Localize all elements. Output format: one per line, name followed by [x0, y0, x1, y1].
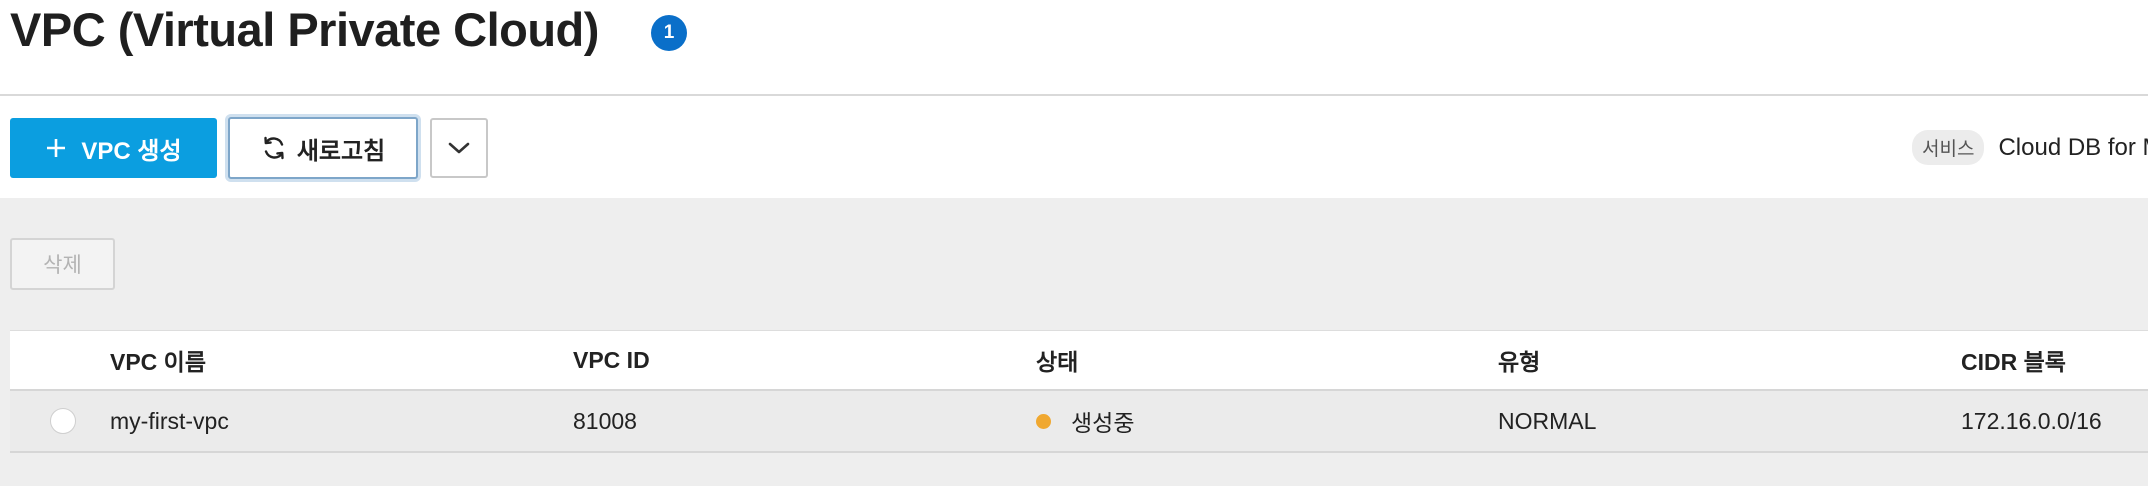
create-vpc-button[interactable]: VPC 생성 — [10, 118, 217, 178]
delete-button[interactable]: 삭제 — [10, 238, 115, 290]
column-header-cidr-block[interactable]: CIDR 블록 — [1961, 331, 2066, 389]
service-info: 서비스 Cloud DB for M — [1912, 130, 2148, 165]
table-row[interactable]: my-first-vpc 81008 생성중 NORMAL 172.16.0.0… — [10, 391, 2148, 453]
content-area: 삭제 VPC 이름 VPC ID 상태 유형 CIDR 블록 my-first-… — [0, 198, 2148, 486]
more-actions-dropdown[interactable] — [430, 118, 488, 178]
refresh-label: 새로고침 — [296, 137, 386, 165]
page-header: VPC (Virtual Private Cloud) 1 — [0, 0, 2148, 96]
create-vpc-label: VPC 생성 — [81, 137, 182, 165]
cidr-cell: 172.16.0.0/16 — [1961, 407, 2102, 434]
column-header-vpc-id[interactable]: VPC ID — [573, 331, 650, 389]
row-select-radio[interactable] — [50, 408, 76, 434]
refresh-icon — [261, 135, 287, 161]
service-name[interactable]: Cloud DB for M — [1998, 134, 2148, 162]
plus-icon — [45, 137, 67, 159]
toolbar: VPC 생성 새로고침 서비스 Cloud DB for M — [0, 98, 2148, 198]
table-header: VPC 이름 VPC ID 상태 유형 CIDR 블록 — [10, 331, 2148, 391]
count-badge: 1 — [651, 15, 687, 51]
type-cell: NORMAL — [1498, 407, 1597, 434]
column-header-vpc-name[interactable]: VPC 이름 — [110, 331, 206, 389]
row-select-cell — [50, 391, 76, 451]
page-title: VPC (Virtual Private Cloud) — [10, 3, 599, 56]
vpc-table: VPC 이름 VPC ID 상태 유형 CIDR 블록 my-first-vpc… — [10, 330, 2148, 453]
column-header-status[interactable]: 상태 — [1036, 331, 1078, 389]
status-dot-icon — [1036, 413, 1051, 429]
vpc-name-cell: my-first-vpc — [110, 407, 229, 434]
service-tag: 서비스 — [1912, 130, 1985, 165]
refresh-button[interactable]: 새로고침 — [228, 117, 418, 179]
vpc-id-cell: 81008 — [573, 407, 637, 434]
status-cell: 생성중 — [1036, 391, 1134, 451]
chevron-down-icon — [448, 141, 470, 155]
status-label: 생성중 — [1071, 410, 1135, 436]
column-header-type[interactable]: 유형 — [1498, 331, 1540, 389]
